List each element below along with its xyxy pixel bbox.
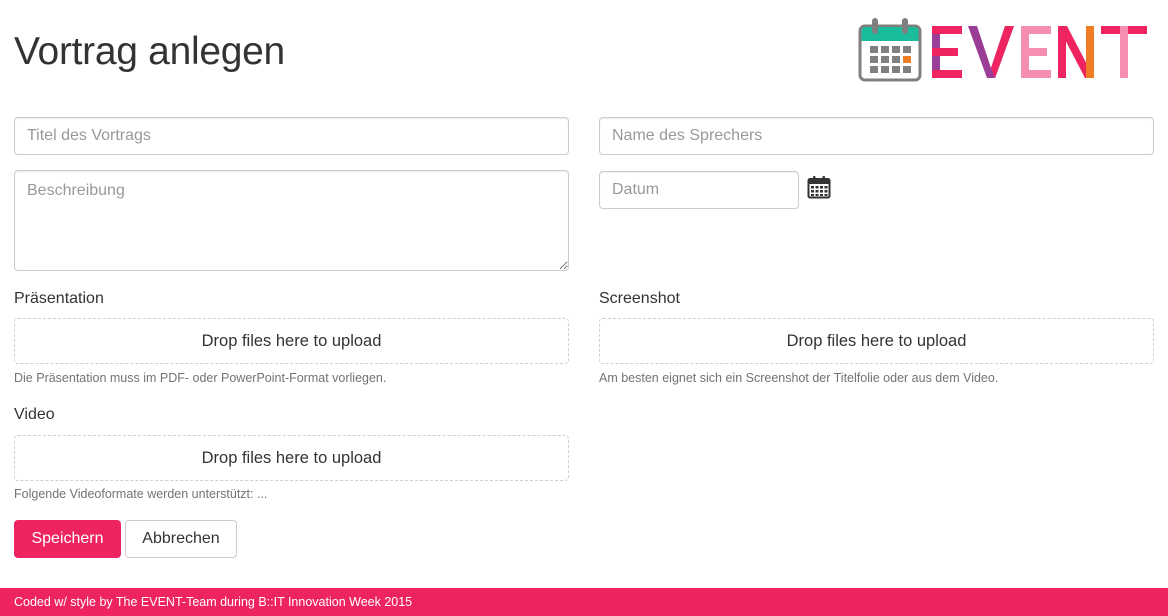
description-textarea[interactable] [14,170,569,271]
event-logo-graphic [858,18,1147,82]
screenshot-label: Screenshot [599,290,680,307]
presentation-dropzone[interactable]: Drop files here to upload [14,318,569,364]
logo-wordmark [932,26,1147,78]
cancel-button[interactable]: Abbrechen [125,520,237,558]
screenshot-help-text: Am besten eignet sich ein Screenshot der… [599,371,999,385]
speaker-input[interactable] [599,117,1154,155]
page-title: Vortrag anlegen [14,30,285,73]
logo-calendar-icon [858,18,922,82]
video-dropzone-text: Drop files here to upload [201,448,382,467]
video-help-text: Folgende Videoformate werden unterstützt… [14,487,268,501]
save-button[interactable]: Speichern [14,520,121,558]
presentation-dropzone-text: Drop files here to upload [201,331,382,350]
footer-text: Coded w/ style by The EVENT-Team during … [14,595,413,609]
presentation-label: Präsentation [14,290,104,307]
screenshot-dropzone-text: Drop files here to upload [786,331,967,350]
calendar-icon[interactable] [807,175,831,199]
date-input[interactable] [599,171,799,209]
title-input[interactable] [14,117,569,155]
screenshot-dropzone[interactable]: Drop files here to upload [599,318,1154,364]
presentation-help-text: Die Präsentation muss im PDF- oder Power… [14,371,387,385]
video-label: Video [14,406,55,423]
footer: Coded w/ style by The EVENT-Team during … [0,588,1168,616]
video-dropzone[interactable]: Drop files here to upload [14,435,569,481]
event-logo [858,16,1150,84]
